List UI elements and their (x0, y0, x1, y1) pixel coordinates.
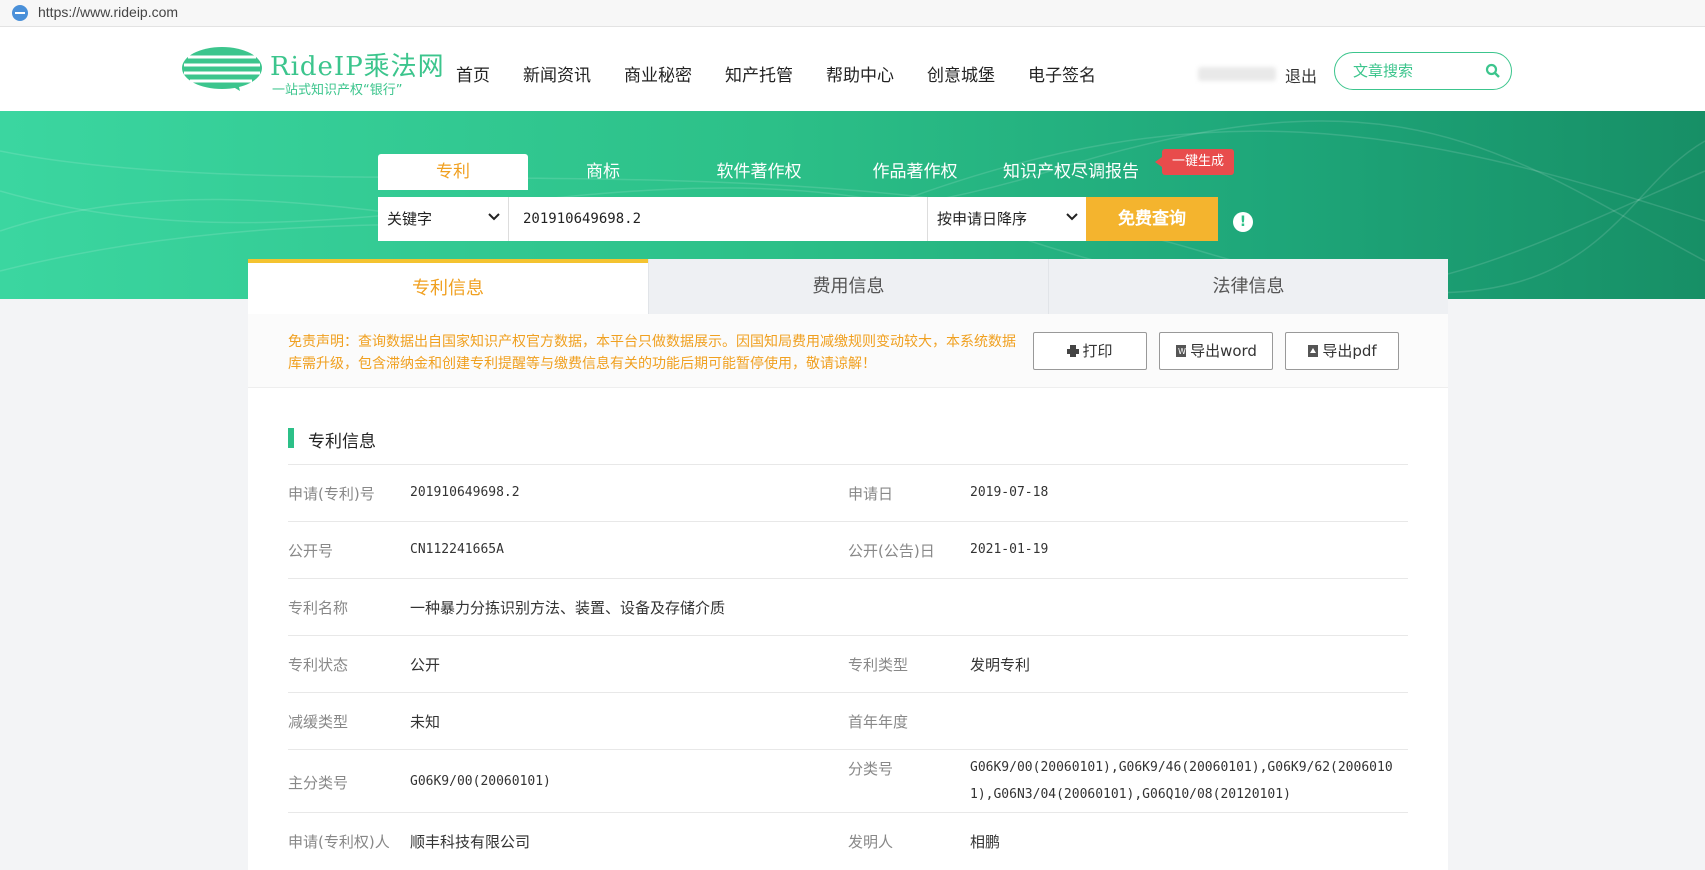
print-label: 打印 (1082, 342, 1113, 360)
patent-detail-panel: 专利信息 费用信息 法律信息 免责声明：查询数据出自国家知识产权官方数据，本平台… (248, 259, 1448, 870)
detail-tabs: 专利信息 费用信息 法律信息 (248, 259, 1448, 314)
field-row: 专利状态 公开 专利类型 发明专利 (288, 635, 1408, 693)
applicant-label: 申请(专利权)人 (288, 833, 390, 851)
tab-trademark[interactable]: 商标 (528, 154, 678, 190)
export-word-button[interactable]: W 导出word (1159, 332, 1273, 370)
applicant-value: 顺丰科技有限公司 (410, 833, 531, 851)
status-label: 专利状态 (288, 656, 349, 674)
site-header: RideIP乘法网 一站式知识产权“银行” 首页 新闻资讯 商业秘密 知产托管 … (0, 27, 1705, 111)
field-row: 公开号 CN112241665A 公开(公告)日 2021-01-19 (288, 521, 1408, 579)
nav-trade-secret[interactable]: 商业秘密 (624, 61, 692, 86)
disclaimer-text: 免责声明：查询数据出自国家知识产权官方数据，本平台只做数据展示。因国知局费用减缴… (288, 334, 1016, 372)
nav-creative-castle[interactable]: 创意城堡 (927, 61, 995, 86)
pub-date-label: 公开(公告)日 (848, 542, 935, 560)
app-no-label: 申请(专利)号 (288, 485, 375, 503)
tab-ip-due-diligence[interactable]: 知识产权尽调报告 (990, 154, 1152, 190)
pub-no-value: CN112241665A (410, 542, 504, 557)
first-year-label: 首年年度 (848, 713, 909, 731)
class-label: 分类号 (848, 760, 894, 778)
nav-e-signature[interactable]: 电子签名 (1028, 61, 1096, 86)
one-click-generate-badge: 一键生成 (1154, 149, 1235, 175)
reduction-label: 减缓类型 (288, 713, 349, 731)
pub-no-label: 公开号 (288, 542, 334, 560)
pub-date-value: 2021-01-19 (970, 542, 1049, 557)
print-button[interactable]: 打印 (1033, 332, 1147, 370)
free-search-button[interactable]: 免费查询 (1086, 197, 1218, 241)
export-pdf-label: 导出pdf (1322, 342, 1377, 360)
field-row: 申请(专利权)人 顺丰科技有限公司 发明人 相鹏 (288, 812, 1408, 870)
logout-link[interactable]: 退出 (1285, 63, 1317, 87)
status-value: 公开 (410, 656, 441, 674)
printer-icon (1067, 345, 1080, 357)
app-no-value: 201910649698.2 (410, 485, 520, 500)
app-date-label: 申请日 (848, 485, 894, 503)
logo-brain-icon[interactable] (180, 45, 264, 91)
main-class-value: G06K9/00(20060101) (410, 774, 551, 789)
nav-home[interactable]: 首页 (456, 61, 490, 86)
notice-bar: 免责声明：查询数据出自国家知识产权官方数据，本平台只做数据展示。因国知局费用减缴… (248, 314, 1448, 388)
type-label: 专利类型 (848, 656, 909, 674)
tab-software-copyright[interactable]: 软件著作权 (678, 154, 840, 190)
svg-text:W: W (1178, 347, 1186, 356)
sort-value: 按申请日降序 (937, 210, 1028, 228)
article-search-input[interactable] (1351, 61, 1475, 81)
inventor-label: 发明人 (848, 833, 894, 851)
article-search-box (1334, 52, 1512, 90)
word-doc-icon: W (1176, 345, 1187, 357)
patent-query-input[interactable]: 201910649698.2 (508, 197, 928, 241)
tab-patent[interactable]: 专利 (378, 154, 528, 190)
nav-ip-custody[interactable]: 知产托管 (725, 61, 793, 86)
sort-select[interactable]: 按申请日降序 (928, 197, 1086, 241)
search-icon[interactable] (1485, 63, 1501, 79)
globe-icon (12, 5, 28, 21)
export-pdf-button[interactable]: 导出pdf (1285, 332, 1399, 370)
logo-subtitle: 一站式知识产权“银行” (272, 83, 403, 98)
inventor-value: 相鹏 (970, 833, 1001, 851)
tab-patent-info[interactable]: 专利信息 (248, 259, 648, 314)
export-word-label: 导出word (1190, 342, 1257, 360)
main-nav: 首页 新闻资讯 商业秘密 知产托管 帮助中心 创意城堡 电子签名 (456, 61, 1129, 86)
type-value: 发明专利 (970, 656, 1031, 674)
chevron-down-icon (1066, 213, 1078, 221)
field-row: 申请(专利)号 201910649698.2 申请日 2019-07-18 (288, 464, 1408, 522)
field-row: 专利名称 一种暴力分拣识别方法、装置、设备及存储介质 (288, 578, 1408, 636)
chevron-down-icon (488, 213, 500, 221)
nav-news[interactable]: 新闻资讯 (523, 61, 591, 86)
username-redacted[interactable] (1198, 67, 1276, 81)
search-field-value: 关键字 (387, 210, 433, 228)
nav-help-center[interactable]: 帮助中心 (826, 61, 894, 86)
section-title: 专利信息 (288, 427, 376, 452)
app-date-value: 2019-07-18 (970, 485, 1049, 500)
info-icon[interactable]: ! (1233, 212, 1253, 232)
name-label: 专利名称 (288, 599, 349, 617)
browser-address-bar[interactable]: https://www.rideip.com (0, 0, 1705, 27)
pdf-doc-icon (1308, 345, 1319, 357)
field-row: 主分类号 G06K9/00(20060101) 分类号 G06K9/00(200… (288, 749, 1408, 813)
field-row: 减缓类型 未知 首年年度 (288, 692, 1408, 750)
patent-name-value: 一种暴力分拣识别方法、装置、设备及存储介质 (410, 599, 726, 617)
tab-legal-info[interactable]: 法律信息 (1048, 259, 1448, 314)
reduction-value: 未知 (410, 713, 441, 731)
tab-work-copyright[interactable]: 作品著作权 (840, 154, 990, 190)
url-text[interactable]: https://www.rideip.com (38, 4, 178, 20)
logo-title[interactable]: RideIP乘法网 (270, 46, 445, 83)
search-field-select[interactable]: 关键字 (378, 197, 508, 241)
main-class-label: 主分类号 (288, 774, 349, 792)
class-value: G06K9/00(20060101),G06K9/46(20060101),G0… (970, 760, 1393, 802)
tab-fee-info[interactable]: 费用信息 (648, 259, 1048, 314)
